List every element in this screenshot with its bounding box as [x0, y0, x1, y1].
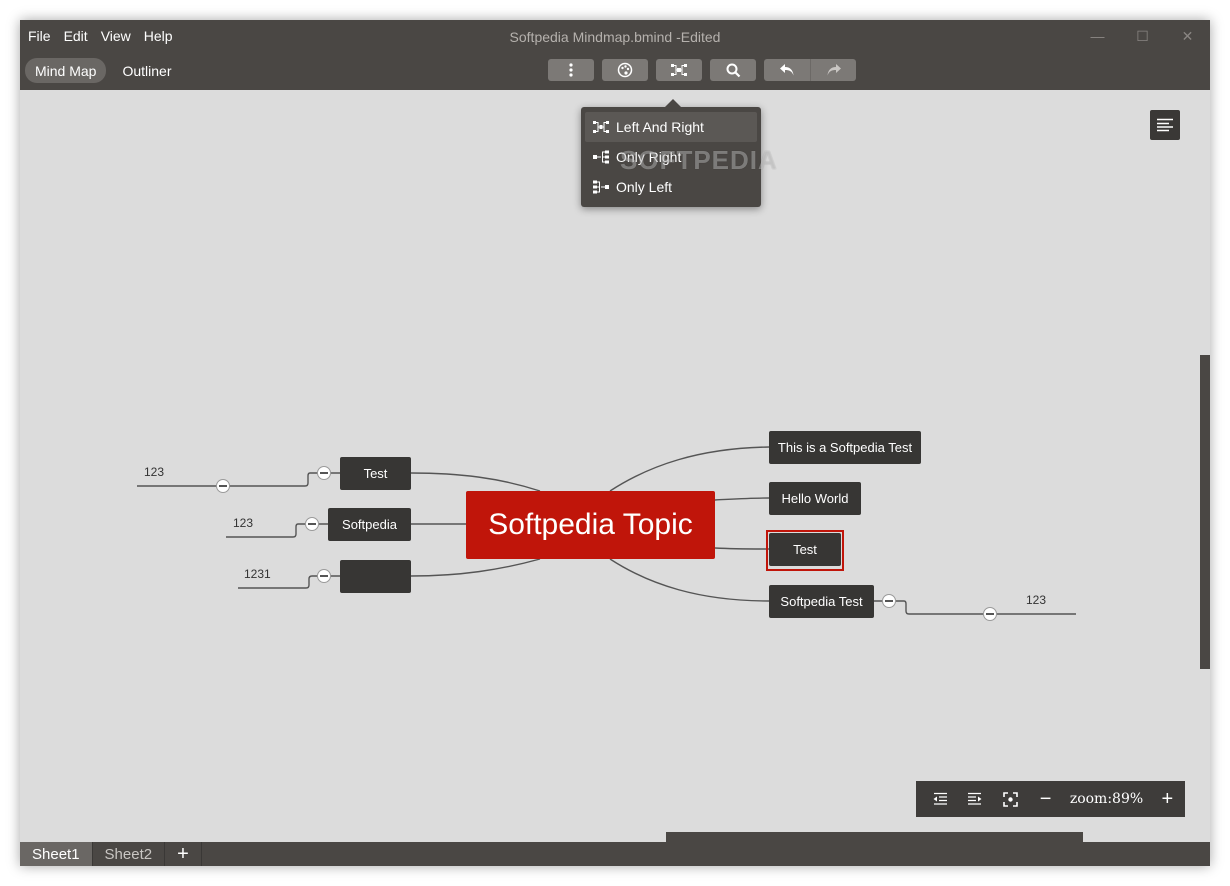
window-title: Softpedia Mindmap.bmind -Edited [509, 29, 721, 45]
collapse-all-button[interactable] [922, 781, 957, 817]
collapse-toggle[interactable] [983, 607, 997, 621]
redo-button[interactable] [810, 59, 856, 81]
layout-right-icon [593, 150, 609, 164]
list-icon [1157, 118, 1173, 132]
view-tabs: Mind Map Outliner [25, 58, 182, 83]
collapse-toggle[interactable] [305, 517, 319, 531]
vertical-scrollbar[interactable] [1200, 355, 1210, 669]
minimize-button[interactable]: — [1075, 22, 1120, 50]
collapse-toggle[interactable] [882, 594, 896, 608]
collapse-toggle[interactable] [317, 466, 331, 480]
topic-node[interactable]: This is a Softpedia Test [769, 431, 921, 464]
zoom-level: zoom:89% [1069, 791, 1144, 807]
tab-mind-map[interactable]: Mind Map [25, 58, 107, 83]
connector-right-4 [609, 558, 770, 602]
layout-option-only-left[interactable]: Only Left [585, 172, 757, 202]
connector-right-1 [609, 446, 770, 492]
title-bar: File Edit View Help Softpedia Mindmap.bm… [20, 20, 1210, 90]
leaf-line-left-1 [137, 472, 340, 487]
layout-option-label: Left And Right [616, 119, 704, 135]
topic-node[interactable]: Softpedia [328, 508, 411, 541]
search-icon [726, 63, 740, 77]
layout-option-label: Only Left [616, 179, 673, 195]
more-button[interactable] [548, 59, 594, 81]
window-controls: — ☐ ✕ [1075, 22, 1210, 50]
softpedia-watermark: SOFTPEDIA [620, 145, 778, 175]
zoom-out-button[interactable]: − [1028, 781, 1063, 817]
topic-node-selected[interactable]: Test [769, 533, 841, 566]
fit-screen-icon [1003, 791, 1018, 807]
maximize-button[interactable]: ☐ [1120, 22, 1165, 50]
more-vertical-icon [569, 63, 573, 77]
palette-icon [617, 62, 633, 78]
undo-icon [780, 64, 794, 76]
layout-icon [671, 64, 687, 76]
topic-node[interactable]: Hello World [769, 482, 861, 515]
layout-left-icon [593, 180, 609, 194]
tab-outliner[interactable]: Outliner [112, 58, 181, 83]
tab-sheet1[interactable]: Sheet1 [20, 842, 93, 866]
add-sheet-button[interactable]: + [165, 842, 202, 866]
leaf-label[interactable]: 1231 [244, 567, 271, 581]
topic-node[interactable]: Softpedia Test [769, 585, 874, 618]
sheet-tabs: Sheet1 Sheet2 + [20, 842, 1210, 866]
topic-node[interactable]: Test [340, 457, 411, 490]
connector-left-3 [410, 558, 541, 577]
tab-sheet2[interactable]: Sheet2 [93, 842, 166, 866]
zoom-panel: − zoom:89% + [916, 781, 1185, 817]
layout-both-icon [593, 121, 609, 133]
leaf-label[interactable]: 123 [233, 516, 253, 530]
collapse-toggle[interactable] [317, 569, 331, 583]
zoom-in-button[interactable]: + [1150, 781, 1185, 817]
toolbar [548, 59, 864, 81]
outline-panel-button[interactable] [1150, 110, 1180, 140]
connector-right-2 [714, 497, 770, 501]
close-button[interactable]: ✕ [1165, 22, 1210, 50]
app-window: File Edit View Help Softpedia Mindmap.bm… [20, 20, 1210, 866]
horizontal-scrollbar[interactable] [666, 832, 1083, 842]
redo-icon [827, 64, 841, 76]
connector-right-3 [714, 547, 770, 550]
leaf-label[interactable]: 123 [144, 465, 164, 479]
layout-option-left-and-right[interactable]: Left And Right [585, 112, 757, 142]
fit-to-screen-button[interactable] [993, 781, 1028, 817]
search-button[interactable] [710, 59, 756, 81]
outdent-icon [933, 792, 947, 805]
undo-button[interactable] [764, 59, 810, 81]
indent-icon [967, 792, 982, 805]
connector-left-1 [410, 472, 541, 492]
expand-all-button[interactable] [957, 781, 992, 817]
root-topic[interactable]: Softpedia Topic [466, 491, 715, 559]
collapse-toggle[interactable] [216, 479, 230, 493]
layout-button[interactable] [656, 59, 702, 81]
theme-button[interactable] [602, 59, 648, 81]
topic-node-empty[interactable] [340, 560, 411, 593]
leaf-label[interactable]: 123 [1026, 593, 1046, 607]
